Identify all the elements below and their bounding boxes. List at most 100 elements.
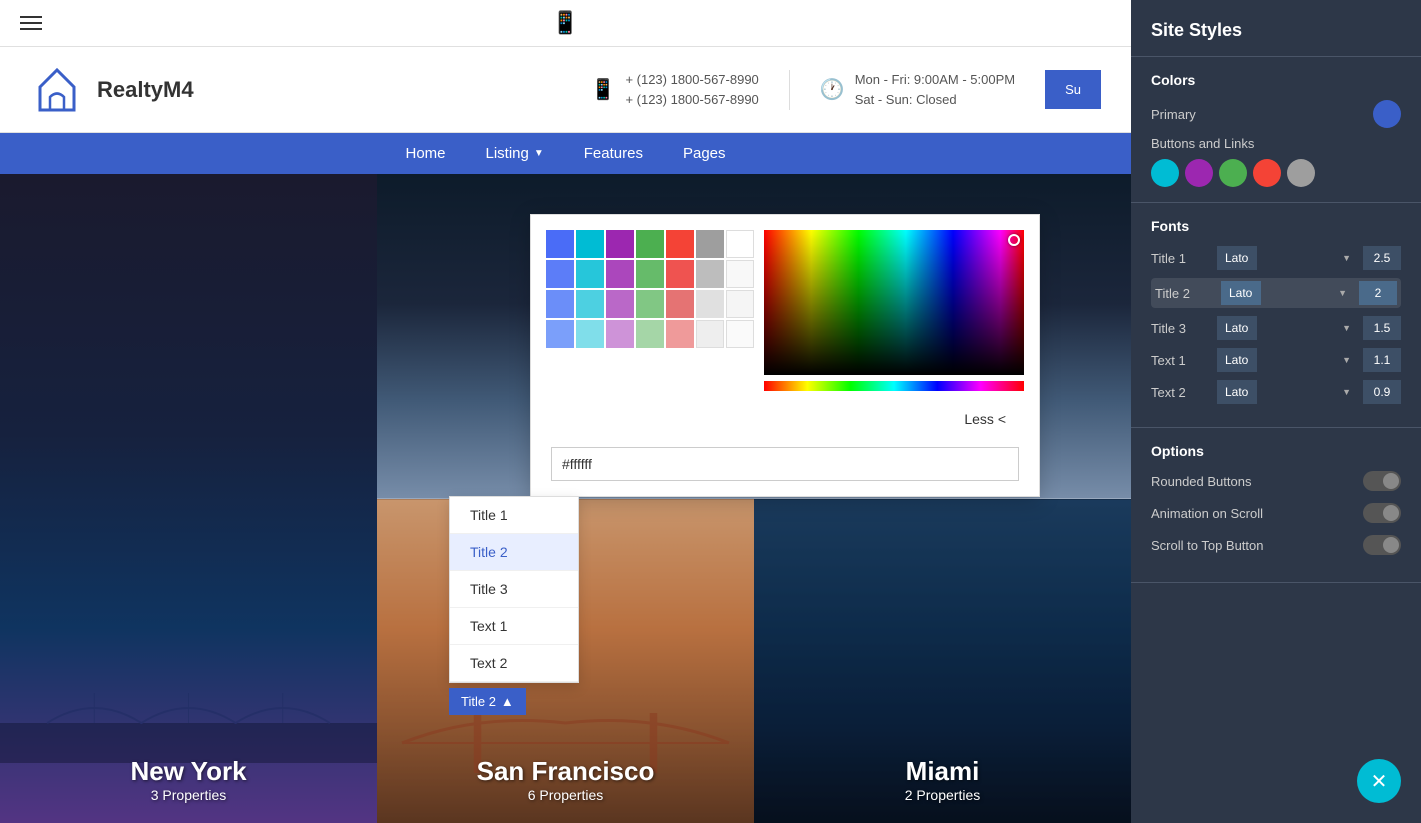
swatch[interactable] — [606, 290, 634, 318]
title2-anchor[interactable]: Title 2 ▲ — [449, 688, 526, 715]
color-purple[interactable] — [1185, 159, 1213, 187]
swatch[interactable] — [576, 230, 604, 258]
swatch[interactable] — [666, 320, 694, 348]
rounded-buttons-label: Rounded Buttons — [1151, 474, 1251, 489]
image-grid: New York 3 Properties San Francisco — [0, 174, 1131, 823]
colors-section: Colors Primary Buttons and Links — [1131, 57, 1421, 203]
swatch[interactable] — [576, 260, 604, 288]
nav-item-home[interactable]: Home — [405, 145, 445, 162]
option-row-animation: Animation on Scroll — [1151, 503, 1401, 523]
animation-scroll-toggle[interactable] — [1363, 503, 1401, 523]
swatch[interactable] — [546, 230, 574, 258]
font-dropdown-text2[interactable]: Text 2 — [450, 645, 578, 682]
hamburger-menu[interactable] — [20, 16, 42, 30]
fonts-section: Fonts Title 1 Lato Title 2 Lato Title 3 — [1131, 203, 1421, 428]
sf-overlay: San Francisco 6 Properties — [377, 756, 754, 803]
font-dropdown-title3[interactable]: Title 3 — [450, 571, 578, 608]
font-select-title1[interactable]: Lato — [1217, 246, 1257, 270]
swatch[interactable] — [606, 230, 634, 258]
subscribe-button[interactable]: Su — [1045, 70, 1101, 109]
swatch[interactable] — [576, 320, 604, 348]
font-dropdown-text1[interactable]: Text 1 — [450, 608, 578, 645]
swatch[interactable] — [606, 260, 634, 288]
font-select-text2[interactable]: Lato — [1217, 380, 1257, 404]
swatch[interactable] — [666, 290, 694, 318]
animation-scroll-label: Animation on Scroll — [1151, 506, 1263, 521]
divider — [789, 70, 790, 110]
swatch[interactable] — [636, 290, 664, 318]
scroll-top-toggle[interactable] — [1363, 535, 1401, 555]
font-size-text1[interactable] — [1363, 348, 1401, 372]
font-dropdown-title2[interactable]: Title 2 — [450, 534, 578, 571]
font-select-title3[interactable]: Lato — [1217, 316, 1257, 340]
phone-icon-top: 📱 — [552, 10, 579, 36]
colors-section-title: Colors — [1151, 72, 1401, 88]
nav-item-listing[interactable]: Listing ▼ — [486, 145, 544, 162]
phone-text: + (123) 1800-567-8990 + (123) 1800-567-8… — [625, 70, 758, 109]
swatch[interactable] — [726, 260, 754, 288]
panel-title: Site Styles — [1131, 0, 1421, 57]
title2-arrow: ▲ — [501, 694, 514, 709]
swatch[interactable] — [696, 230, 724, 258]
site-styles-panel: Site Styles Colors Primary Buttons and L… — [1131, 0, 1421, 823]
swatch[interactable] — [606, 320, 634, 348]
swatch[interactable] — [696, 290, 724, 318]
primary-color-swatch[interactable] — [1373, 100, 1401, 128]
color-green[interactable] — [1219, 159, 1247, 187]
swatch[interactable] — [636, 230, 664, 258]
color-gray[interactable] — [1287, 159, 1315, 187]
swatch[interactable] — [666, 230, 694, 258]
font-size-title1[interactable] — [1363, 246, 1401, 270]
less-button[interactable]: Less < — [956, 403, 1014, 435]
phone-block: 📱 + (123) 1800-567-8990 + (123) 1800-567… — [591, 70, 759, 109]
city-card-miami[interactable]: Miami 2 Properties — [754, 499, 1131, 823]
color-picker-top — [546, 230, 1024, 391]
swatch[interactable] — [696, 260, 724, 288]
city-card-new-york[interactable]: New York 3 Properties — [0, 174, 377, 823]
font-size-text2[interactable] — [1363, 380, 1401, 404]
font-size-title2[interactable] — [1359, 281, 1397, 305]
swatch[interactable] — [636, 260, 664, 288]
nav-item-features[interactable]: Features — [584, 145, 643, 162]
miami-overlay: Miami 2 Properties — [754, 756, 1131, 803]
font-select-title2[interactable]: Lato — [1221, 281, 1261, 305]
font-row-title2: Title 2 Lato — [1151, 278, 1401, 308]
rounded-buttons-toggle[interactable] — [1363, 471, 1401, 491]
logo-text: RealtyM4 — [97, 77, 194, 103]
nav-item-pages[interactable]: Pages — [683, 145, 726, 162]
nav-bar: Home Listing ▼ Features Pages — [0, 133, 1131, 174]
font-dropdown-title1[interactable]: Title 1 — [450, 497, 578, 534]
buttons-links-label: Buttons and Links — [1151, 136, 1401, 151]
color-red[interactable] — [1253, 159, 1281, 187]
font-label-text2: Text 2 — [1151, 385, 1211, 400]
swatch[interactable] — [726, 320, 754, 348]
hex-input[interactable] — [551, 447, 1019, 481]
font-dropdown-popup[interactable]: Title 1 Title 2 Title 3 Text 1 Text 2 — [449, 496, 579, 683]
color-picker-popup: Less < — [530, 214, 1040, 497]
rainbow-strip[interactable] — [764, 381, 1024, 391]
swatch[interactable] — [576, 290, 604, 318]
buttons-colors-row — [1151, 159, 1401, 187]
hours-block: 🕐 Mon - Fri: 9:00AM - 5:00PM Sat - Sun: … — [820, 70, 1015, 109]
font-row-text2: Text 2 Lato — [1151, 380, 1401, 404]
font-select-text1[interactable]: Lato — [1217, 348, 1257, 372]
swatch[interactable] — [546, 290, 574, 318]
swatch[interactable] — [696, 320, 724, 348]
font-label-title3: Title 3 — [1151, 321, 1211, 336]
swatch[interactable] — [546, 320, 574, 348]
swatch[interactable] — [666, 260, 694, 288]
color-teal[interactable] — [1151, 159, 1179, 187]
swatches-area — [546, 230, 754, 391]
font-row-title3: Title 3 Lato — [1151, 316, 1401, 340]
logo-icon — [30, 62, 85, 117]
gradient-canvas[interactable] — [764, 230, 1024, 375]
swatch[interactable] — [636, 320, 664, 348]
close-button[interactable]: ✕ — [1357, 759, 1401, 803]
main-content: 📱 RealtyM4 📱 + (123) 1800-567-8990 + (12… — [0, 0, 1131, 823]
primary-label: Primary — [1151, 107, 1196, 122]
swatch[interactable] — [546, 260, 574, 288]
swatch[interactable] — [726, 230, 754, 258]
font-label-title1: Title 1 — [1151, 251, 1211, 266]
swatch[interactable] — [726, 290, 754, 318]
font-size-title3[interactable] — [1363, 316, 1401, 340]
